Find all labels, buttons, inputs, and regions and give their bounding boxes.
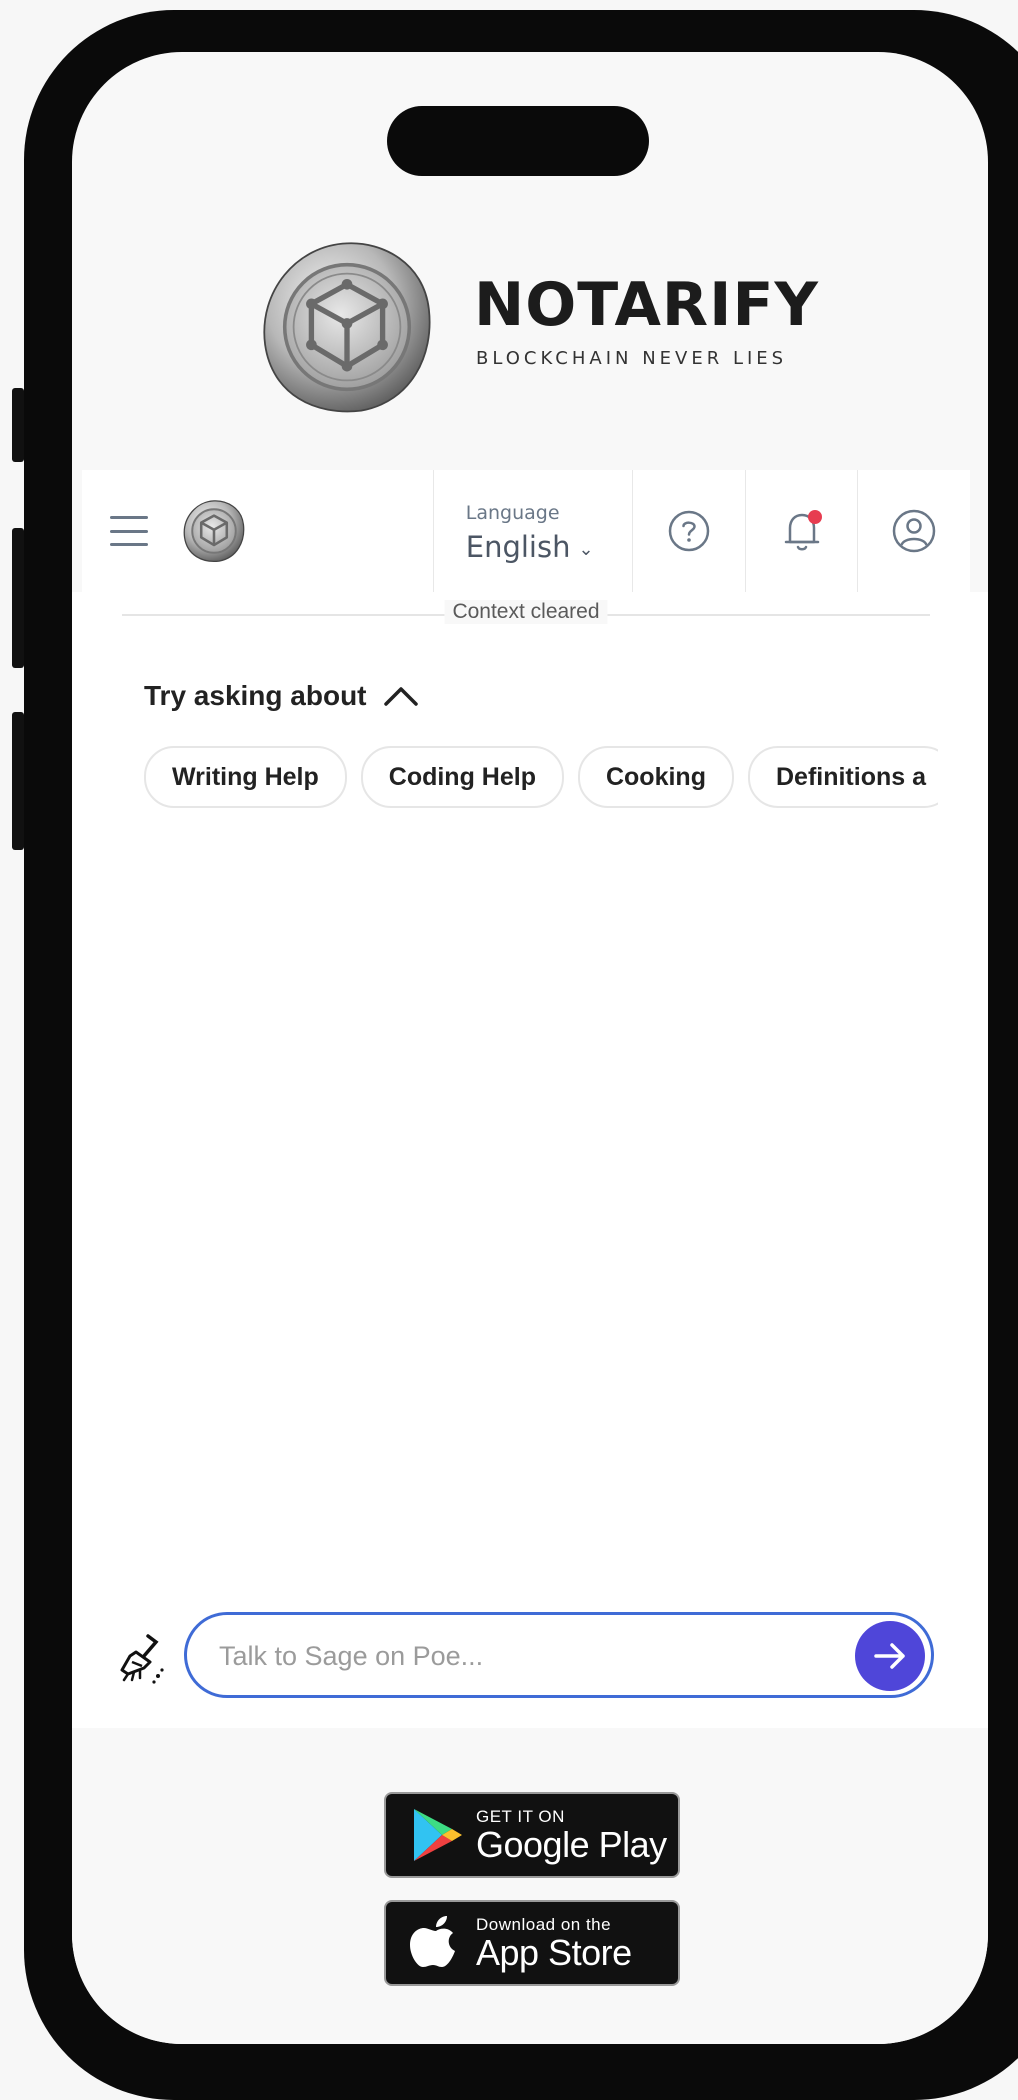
help-icon bbox=[668, 510, 710, 552]
suggestions-title: Try asking about bbox=[144, 680, 367, 711]
footer-area bbox=[72, 1728, 988, 2044]
context-cleared-label: Context cleared bbox=[444, 600, 608, 624]
context-divider: Context cleared bbox=[122, 600, 930, 630]
phone-screen: NOTARIFY BLOCKCHAIN NEVER LIES Language … bbox=[72, 52, 988, 2044]
wax-seal-small-icon[interactable] bbox=[182, 499, 246, 563]
help-button[interactable] bbox=[633, 470, 746, 592]
brand-header: NOTARIFY BLOCKCHAIN NEVER LIES bbox=[258, 238, 818, 418]
suggestion-chip[interactable]: Cooking bbox=[577, 746, 734, 808]
google-play-big-label: Google Play bbox=[476, 1824, 667, 1865]
arrow-right-icon bbox=[874, 1643, 905, 1669]
suggestions-toggle[interactable]: Try asking about bbox=[144, 680, 419, 712]
user-icon bbox=[892, 509, 936, 553]
google-play-text: GET IT ON Google Play bbox=[476, 1807, 667, 1863]
google-play-icon bbox=[414, 1809, 462, 1861]
broom-clear-context-icon[interactable] bbox=[118, 1632, 166, 1684]
language-current: English bbox=[465, 530, 571, 564]
language-selector[interactable]: Language English ⌄ bbox=[434, 470, 634, 592]
wax-seal-logo-icon bbox=[263, 242, 431, 413]
chevron-down-icon: ⌄ bbox=[578, 538, 594, 560]
suggestion-chip[interactable]: Writing Help bbox=[144, 746, 347, 808]
app-store-badge[interactable]: Download on the App Store bbox=[384, 1900, 680, 1986]
send-button[interactable] bbox=[855, 1621, 925, 1691]
brand-tagline: BLOCKCHAIN NEVER LIES bbox=[476, 348, 788, 369]
language-value: English ⌄ bbox=[466, 530, 632, 564]
chat-input[interactable] bbox=[217, 1633, 821, 1679]
app-store-text: Download on the App Store bbox=[476, 1915, 632, 1971]
notification-badge bbox=[807, 510, 822, 524]
chat-composer bbox=[184, 1612, 934, 1698]
suggestion-chip[interactable]: Definitions a bbox=[747, 746, 938, 808]
brand-title: NOTARIFY bbox=[474, 270, 819, 340]
app-store-big-label: App Store bbox=[476, 1932, 632, 1973]
dynamic-island bbox=[387, 106, 649, 176]
top-navbar: Language English ⌄ bbox=[82, 470, 970, 592]
language-label: Language bbox=[465, 502, 560, 524]
apple-icon bbox=[410, 1916, 455, 1967]
menu-icon[interactable] bbox=[110, 516, 148, 546]
account-button[interactable] bbox=[858, 470, 970, 592]
notifications-button[interactable] bbox=[746, 470, 859, 592]
google-play-badge[interactable]: GET IT ON Google Play bbox=[384, 1792, 680, 1878]
phone-side-button-volume-down bbox=[12, 712, 24, 850]
navbar-left bbox=[82, 470, 434, 592]
suggestion-chips: Writing Help Coding Help Cooking Definit… bbox=[144, 746, 938, 814]
phone-side-button-volume-up bbox=[12, 528, 24, 668]
chevron-up-icon bbox=[383, 687, 418, 706]
suggestion-chip[interactable]: Coding Help bbox=[360, 746, 564, 808]
phone-side-button-action bbox=[12, 388, 24, 462]
